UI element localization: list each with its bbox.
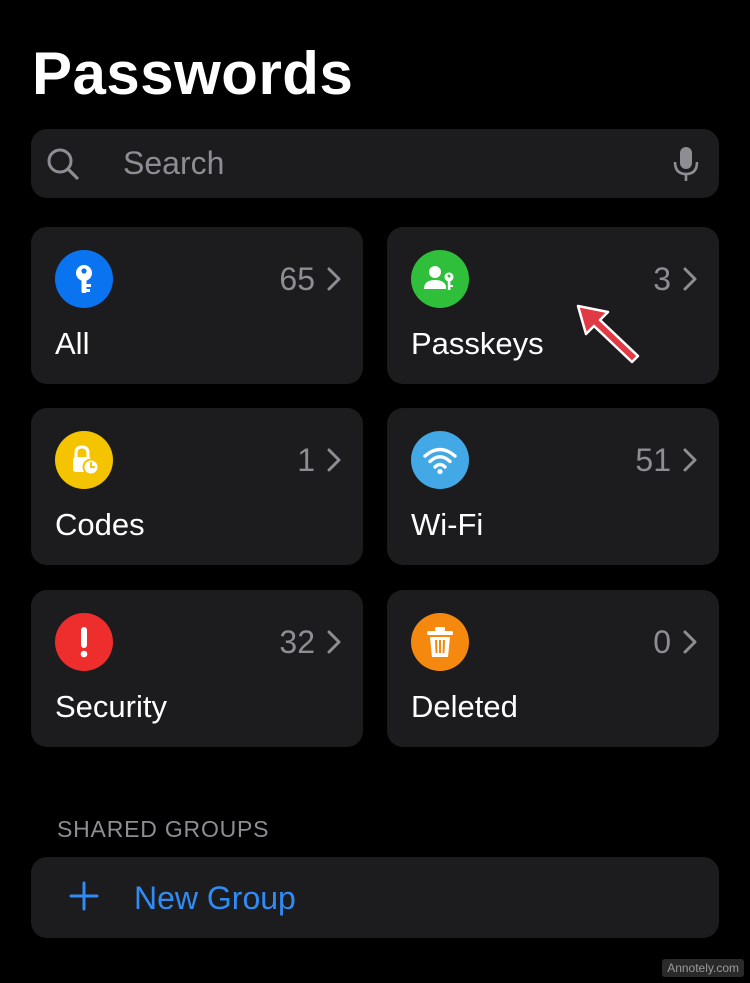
category-card-security[interactable]: 32 Security — [31, 590, 363, 747]
microphone-icon[interactable] — [671, 145, 701, 183]
category-card-all[interactable]: 65 All — [31, 227, 363, 384]
page-title: Passwords — [32, 40, 354, 107]
category-label: All — [55, 326, 90, 361]
annotation-arrow-icon — [576, 304, 640, 364]
wifi-icon — [411, 431, 469, 489]
trash-icon — [411, 613, 469, 671]
exclamation-icon — [55, 613, 113, 671]
category-count: 32 — [279, 624, 315, 660]
chevron-right-icon — [327, 630, 341, 654]
category-card-codes[interactable]: 1 Codes — [31, 408, 363, 565]
chevron-right-icon — [327, 448, 341, 472]
chevron-right-icon — [683, 267, 697, 291]
category-count: 65 — [279, 261, 315, 297]
category-count: 3 — [653, 261, 671, 297]
category-card-passkeys[interactable]: 3 Passkeys — [387, 227, 719, 384]
key-icon — [55, 250, 113, 308]
chevron-right-icon — [683, 630, 697, 654]
category-label: Codes — [55, 507, 145, 542]
watermark: Annotely.com — [662, 959, 744, 977]
shared-groups-header: SHARED GROUPS — [57, 816, 270, 842]
category-count: 0 — [653, 624, 671, 660]
search-bar[interactable] — [31, 129, 719, 198]
new-group-button[interactable]: New Group — [31, 857, 719, 938]
category-label: Security — [55, 689, 167, 724]
category-card-wifi[interactable]: 51 Wi-Fi — [387, 408, 719, 565]
category-label: Passkeys — [411, 326, 544, 361]
search-input[interactable] — [123, 129, 683, 198]
chevron-right-icon — [327, 267, 341, 291]
category-card-deleted[interactable]: 0 Deleted — [387, 590, 719, 747]
chevron-right-icon — [683, 448, 697, 472]
category-label: Wi-Fi — [411, 507, 484, 542]
search-icon — [47, 148, 79, 180]
person-key-icon — [411, 250, 469, 308]
new-group-label: New Group — [134, 880, 296, 916]
category-count: 51 — [635, 442, 671, 478]
plus-icon — [69, 881, 99, 911]
lock-clock-icon — [55, 431, 113, 489]
category-label: Deleted — [411, 689, 518, 724]
category-count: 1 — [297, 442, 315, 478]
